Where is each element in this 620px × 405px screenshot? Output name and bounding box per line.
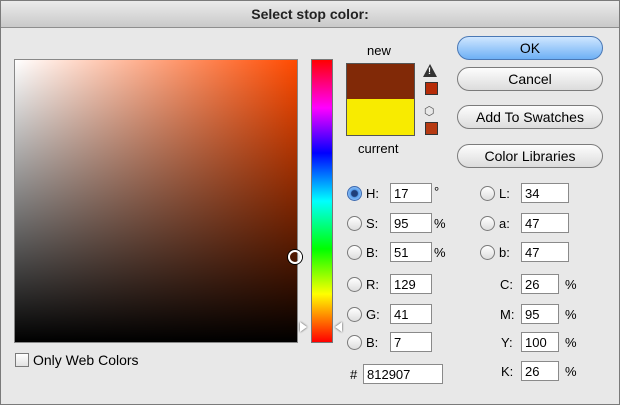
red-label: R:: [366, 277, 379, 292]
hue-input[interactable]: 17: [390, 183, 432, 203]
ok-button[interactable]: OK: [457, 36, 603, 60]
yellow-unit: %: [565, 335, 577, 350]
lab-a-label: a:: [499, 216, 510, 231]
green-input[interactable]: 41: [390, 304, 432, 324]
cyan-label: C:: [500, 277, 513, 292]
yellow-input[interactable]: 100: [521, 332, 559, 352]
lab-l-radio[interactable]: [480, 186, 495, 201]
color-field[interactable]: [14, 59, 302, 343]
blue-label: B:: [366, 335, 379, 350]
dialog-title: Select stop color:: [1, 1, 619, 28]
magenta-label: M:: [500, 307, 515, 322]
saturation-label: S:: [366, 216, 379, 231]
black-label: K:: [501, 364, 514, 379]
lab-b-radio[interactable]: [480, 245, 495, 260]
gamut-color-swatch[interactable]: [425, 82, 438, 95]
brightness-label: B:: [366, 245, 379, 260]
color-field-picker[interactable]: [288, 250, 302, 264]
lab-l-input[interactable]: 34: [521, 183, 569, 203]
lab-a-input[interactable]: 47: [521, 213, 569, 233]
hex-input[interactable]: 812907: [363, 364, 443, 384]
blue-input[interactable]: 7: [390, 332, 432, 352]
saturation-input[interactable]: 95: [390, 213, 432, 233]
cyan-unit: %: [565, 277, 577, 292]
hue-slider-left-arrow[interactable]: [300, 322, 307, 332]
cyan-input[interactable]: 26: [521, 274, 559, 294]
red-radio[interactable]: [347, 277, 362, 292]
green-label: G:: [366, 307, 380, 322]
current-label: current: [358, 141, 399, 156]
websafe-color-swatch[interactable]: [425, 122, 438, 135]
red-input[interactable]: 129: [390, 274, 432, 294]
hue-label: H:: [366, 186, 379, 201]
brightness-radio[interactable]: [347, 245, 362, 260]
saturation-unit: %: [434, 216, 446, 231]
new-label: new: [367, 43, 391, 58]
yellow-label: Y:: [501, 335, 513, 350]
new-color-swatch: [346, 63, 415, 100]
hue-radio[interactable]: [347, 186, 362, 201]
hex-label: #: [350, 367, 358, 382]
hue-slider[interactable]: [311, 59, 333, 343]
brightness-unit: %: [434, 245, 446, 260]
hue-unit: °: [434, 184, 440, 199]
color-libraries-button[interactable]: Color Libraries: [457, 144, 603, 168]
lab-a-radio[interactable]: [480, 216, 495, 231]
magenta-unit: %: [565, 307, 577, 322]
add-to-swatches-button[interactable]: Add To Swatches: [457, 105, 603, 129]
lab-b-label: b:: [499, 245, 510, 260]
lab-b-input[interactable]: 47: [521, 242, 569, 262]
current-color-swatch[interactable]: [346, 99, 415, 136]
brightness-input[interactable]: 51: [390, 242, 432, 262]
only-web-colors-label: Only Web Colors: [33, 352, 139, 368]
lab-l-label: L:: [499, 186, 510, 201]
green-radio[interactable]: [347, 307, 362, 322]
saturation-radio[interactable]: [347, 216, 362, 231]
only-web-colors-checkbox[interactable]: [15, 353, 29, 367]
cancel-button[interactable]: Cancel: [457, 67, 603, 91]
magenta-input[interactable]: 95: [521, 304, 559, 324]
hue-slider-right-arrow[interactable]: [335, 322, 342, 332]
black-unit: %: [565, 364, 577, 379]
color-picker-dialog: Select stop color: new current ! ⬡ OK Ca…: [0, 0, 620, 405]
cube-icon[interactable]: ⬡: [424, 105, 436, 117]
black-input[interactable]: 26: [521, 361, 559, 381]
blue-radio[interactable]: [347, 335, 362, 350]
